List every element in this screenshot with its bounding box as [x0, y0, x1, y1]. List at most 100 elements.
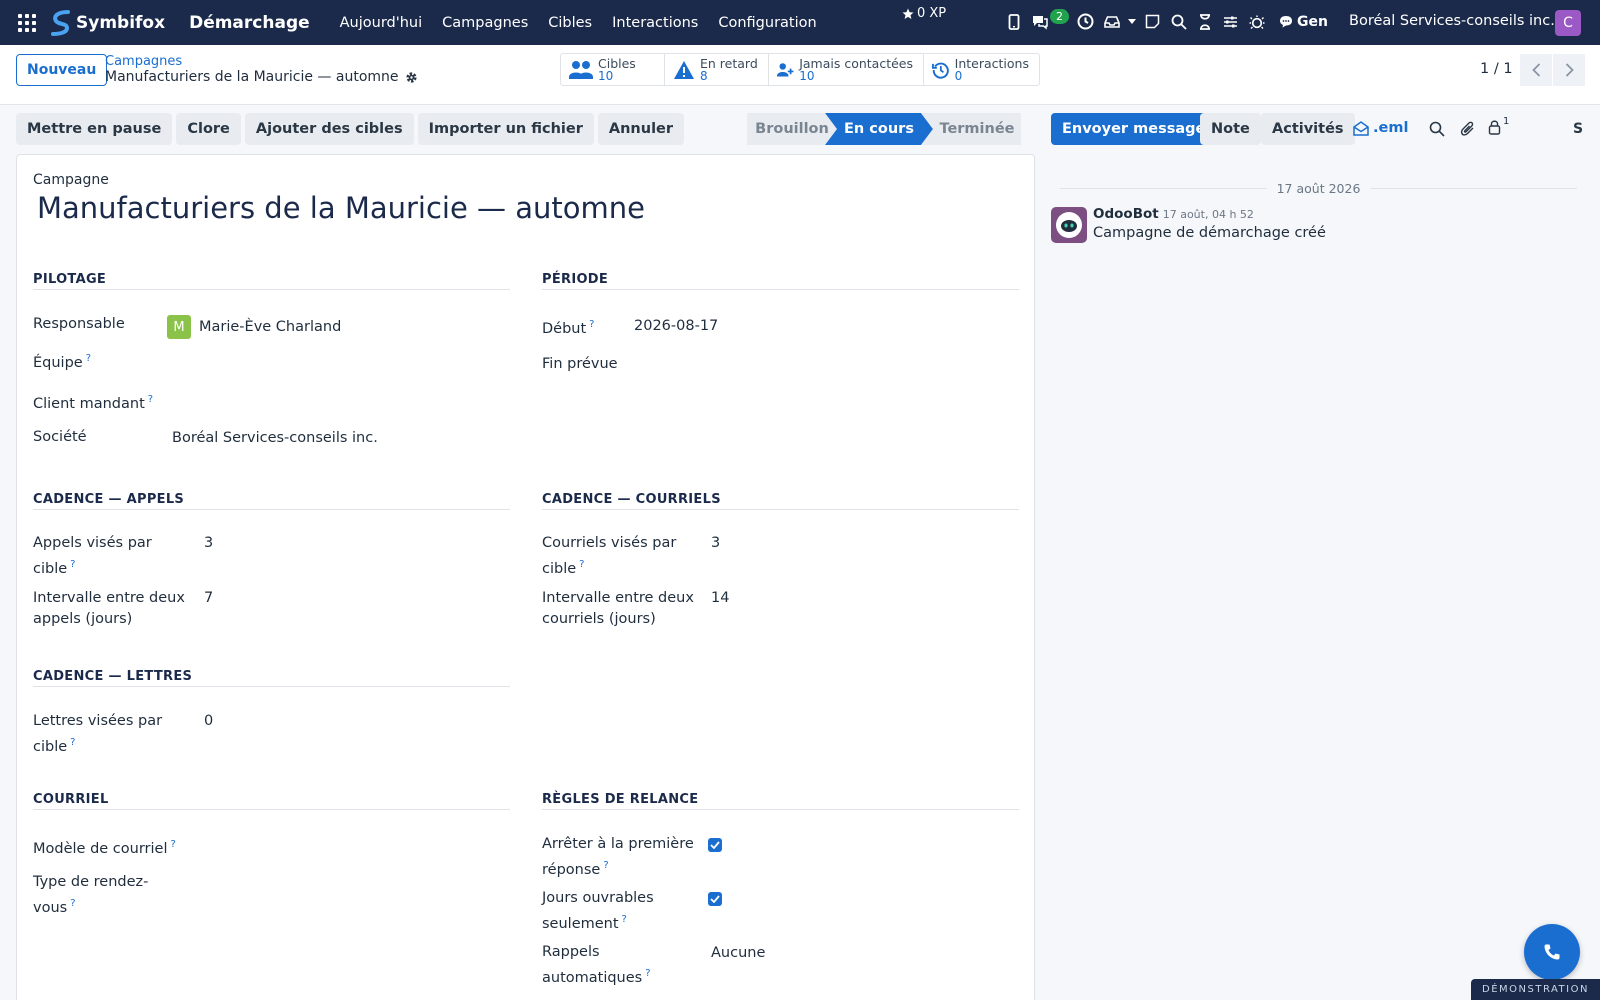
- clock-icon[interactable]: [1076, 12, 1095, 31]
- message-author[interactable]: OdooBot: [1093, 206, 1159, 222]
- user-avatar: M: [167, 315, 191, 339]
- help-icon[interactable]: ?: [603, 860, 608, 871]
- help-icon[interactable]: ?: [622, 914, 627, 925]
- top-navbar: Symbifox Démarchage Aujourd'hui Campagne…: [0, 0, 1600, 45]
- help-icon[interactable]: ?: [86, 353, 91, 364]
- field-type-rdv[interactable]: [204, 872, 504, 892]
- xp-value: 0 XP: [917, 6, 947, 21]
- field-intervalle-courriels[interactable]: 14: [711, 590, 729, 606]
- field-client[interactable]: [172, 389, 502, 409]
- field-fin[interactable]: [634, 354, 994, 374]
- breadcrumb-parent[interactable]: Campagnes: [105, 54, 182, 69]
- bug-icon[interactable]: [1247, 12, 1266, 31]
- followers-count: 1: [1503, 116, 1510, 127]
- menu-targets[interactable]: Cibles: [538, 15, 602, 31]
- checkbox-arreter[interactable]: [708, 838, 722, 852]
- stat-value: 10: [799, 68, 815, 83]
- help-icon[interactable]: ?: [148, 394, 153, 405]
- user-plus-icon: [777, 62, 794, 76]
- logo-mark-icon: [51, 9, 70, 36]
- help-icon[interactable]: ?: [645, 968, 650, 979]
- label-client: Client mandant?: [33, 394, 154, 412]
- help-icon[interactable]: ?: [70, 559, 75, 570]
- date-separator: 17 août 2026: [1060, 181, 1578, 196]
- stage-draft[interactable]: Brouillon: [747, 113, 837, 145]
- field-modele-courriel[interactable]: [204, 834, 504, 854]
- field-rappels[interactable]: Aucune: [711, 945, 765, 961]
- pager-previous[interactable]: [1520, 54, 1552, 86]
- eml-button[interactable]: .eml: [1353, 120, 1408, 136]
- caret-down-icon[interactable]: [1128, 12, 1136, 31]
- stat-targets[interactable]: Cibles 10: [561, 54, 665, 85]
- gear-icon[interactable]: [405, 71, 418, 84]
- stage-done[interactable]: Terminée: [921, 113, 1021, 145]
- field-responsable[interactable]: M Marie-Ève Charland: [167, 315, 341, 339]
- messages-icon[interactable]: [1030, 12, 1049, 31]
- stage-running[interactable]: En cours: [825, 113, 933, 145]
- pager-next[interactable]: [1553, 54, 1585, 86]
- field-intervalle-appels[interactable]: 7: [204, 590, 213, 606]
- help-icon[interactable]: ?: [589, 319, 594, 330]
- logo-text: Symbifox: [76, 12, 166, 33]
- gen-button[interactable]: Gen: [1279, 14, 1328, 30]
- inbox-icon[interactable]: [1102, 12, 1121, 31]
- date-separator-label: 17 août 2026: [1276, 181, 1361, 196]
- odoobot-avatar[interactable]: [1051, 207, 1087, 243]
- field-courriels-vises[interactable]: 3: [711, 535, 720, 551]
- close-button[interactable]: Clore: [176, 113, 241, 145]
- followers-button[interactable]: 1: [1488, 116, 1510, 135]
- label-appels-vises: Appels visés par cible?: [33, 535, 152, 577]
- user-avatar[interactable]: C: [1555, 10, 1581, 36]
- menu-interactions[interactable]: Interactions: [602, 15, 708, 31]
- phone-icon[interactable]: [1004, 12, 1023, 31]
- record-title[interactable]: Manufacturiers de la Mauricie — automne: [37, 191, 645, 225]
- new-button[interactable]: Nouveau: [16, 54, 108, 86]
- help-icon[interactable]: ?: [579, 559, 584, 570]
- add-targets-button[interactable]: Ajouter des cibles: [244, 113, 414, 145]
- control-panel: Nouveau Campagnes Manufacturiers de la M…: [0, 45, 1600, 105]
- log-note-button[interactable]: Note: [1200, 113, 1261, 145]
- stat-value: 8: [700, 68, 708, 83]
- help-icon[interactable]: ?: [70, 737, 75, 748]
- menu-configuration[interactable]: Configuration: [708, 15, 826, 31]
- chatter-search-icon[interactable]: [1429, 121, 1445, 137]
- stat-overdue[interactable]: En retard 8: [665, 54, 769, 85]
- note-icon[interactable]: [1143, 12, 1162, 31]
- field-lettres-visees[interactable]: 0: [204, 713, 213, 729]
- sliders-icon[interactable]: [1221, 12, 1240, 31]
- checkbox-jours-ouvrables[interactable]: [708, 892, 722, 906]
- stat-never-contacted[interactable]: Jamais contactées 10: [769, 54, 924, 85]
- help-icon[interactable]: ?: [170, 839, 175, 850]
- gen-label: Gen: [1297, 13, 1328, 30]
- paperclip-icon[interactable]: [1460, 120, 1476, 137]
- import-file-button[interactable]: Importer un fichier: [417, 113, 594, 145]
- call-button[interactable]: [1524, 924, 1580, 980]
- search-icon[interactable]: [1169, 12, 1188, 31]
- company-switcher[interactable]: Boréal Services-conseils inc.: [1349, 13, 1555, 29]
- label-jours-ouvrables: Jours ouvrables seulement?: [542, 890, 654, 932]
- app-name[interactable]: Démarchage: [189, 13, 310, 33]
- pager-value[interactable]: 1 / 1: [1480, 61, 1513, 77]
- apps-menu-icon[interactable]: [18, 13, 36, 32]
- xp-indicator[interactable]: 0 XP: [902, 6, 946, 21]
- chatter-s-label[interactable]: S: [1573, 121, 1583, 137]
- activities-button[interactable]: Activités: [1261, 113, 1355, 145]
- demo-banner: DÉMONSTRATION: [1471, 979, 1600, 1000]
- cancel-button[interactable]: Annuler: [597, 113, 685, 145]
- brand-logo[interactable]: Symbifox: [50, 9, 166, 36]
- send-message-button[interactable]: Envoyer message: [1051, 113, 1217, 145]
- menu-campaigns[interactable]: Campagnes: [432, 15, 538, 31]
- field-appels-vises[interactable]: 3: [204, 535, 213, 551]
- check-icon: [710, 895, 720, 903]
- menu-today[interactable]: Aujourd'hui: [330, 15, 433, 31]
- pause-button[interactable]: Mettre en pause: [16, 113, 173, 145]
- field-equipe[interactable]: [172, 348, 502, 368]
- help-icon[interactable]: ?: [70, 898, 75, 909]
- chat-bubble-icon: [1280, 16, 1292, 28]
- field-debut[interactable]: 2026-08-17: [634, 318, 718, 334]
- label-intervalle-courriels: Intervalle entre deux courriels (jours): [542, 590, 694, 627]
- stat-interactions[interactable]: Interactions 0: [924, 54, 1039, 85]
- stat-label: Interactions: [954, 55, 1029, 71]
- field-societe[interactable]: Boréal Services-conseils inc.: [172, 430, 378, 446]
- hourglass-icon[interactable]: [1195, 12, 1214, 31]
